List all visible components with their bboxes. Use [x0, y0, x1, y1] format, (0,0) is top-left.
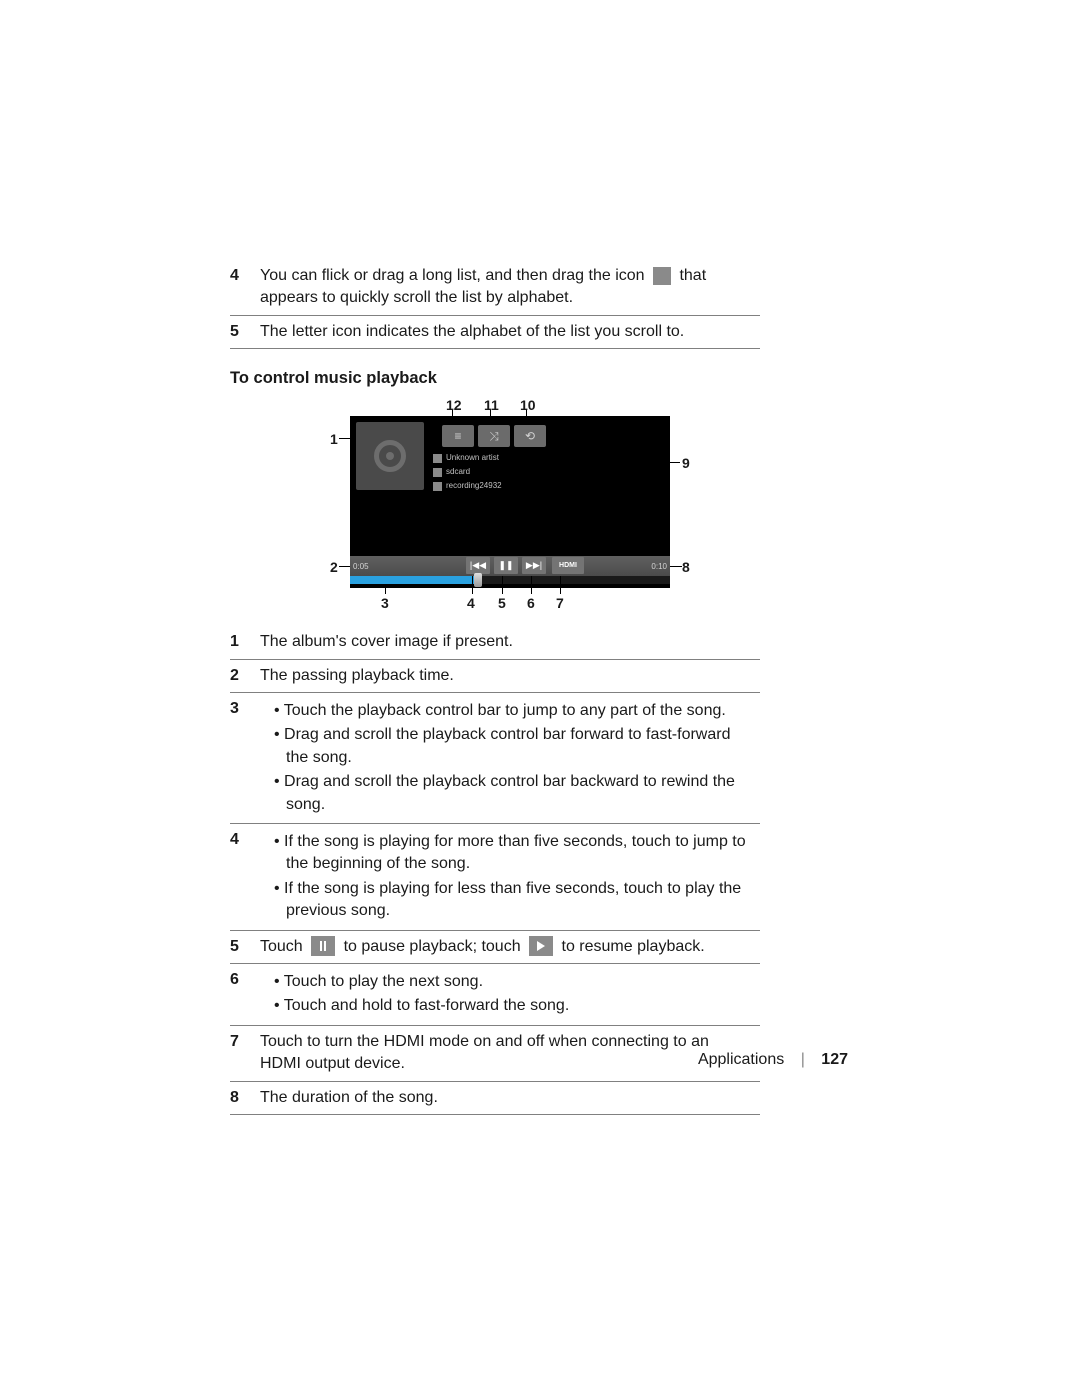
time-elapsed: 0:05	[353, 561, 369, 572]
step-number: 4	[230, 824, 260, 931]
metadata-line: Unknown artist	[446, 451, 499, 465]
step-text: The duration of the song.	[260, 1081, 760, 1114]
step-number: 7	[230, 1025, 260, 1081]
callout-lead	[668, 566, 682, 567]
playlist-icon[interactable]: ≡	[442, 425, 474, 447]
callout-lead	[502, 576, 503, 594]
bullet-item: Drag and scroll the playback control bar…	[274, 771, 754, 816]
scroll-thumb-icon	[653, 267, 671, 285]
metadata-line: sdcard	[446, 465, 470, 479]
page-footer: Applications | 127	[698, 1051, 848, 1069]
callout-lead	[560, 576, 561, 594]
seek-fill	[350, 576, 478, 584]
step-number: 1	[230, 626, 260, 659]
step-text: The passing playback time.	[260, 659, 760, 692]
pause-icon	[311, 936, 335, 956]
step-text: If the song is playing for more than fiv…	[260, 824, 760, 931]
previous-button[interactable]: |◀◀	[466, 557, 490, 574]
footer-page-number: 127	[821, 1051, 848, 1068]
music-player: ≡ ⤨ ⟲ Unknown artist sdcard recording249…	[350, 416, 670, 588]
prior-steps-table: 4 You can flick or drag a long list, and…	[230, 260, 760, 349]
callout-3: 3	[381, 594, 389, 614]
annotated-player-figure: 12 11 10 1 2 9 8 ≡ ⤨ ⟲ Unknown artist sd…	[230, 398, 760, 608]
track-metadata: Unknown artist sdcard recording24932	[433, 451, 502, 493]
callout-7: 7	[556, 594, 564, 614]
callout-8: 8	[682, 558, 690, 578]
artist-icon	[433, 454, 442, 463]
step-text: Touch to pause playback; touch to resume…	[260, 930, 760, 963]
seek-bar[interactable]	[350, 576, 670, 584]
hdmi-button[interactable]: HDMI	[552, 557, 584, 574]
callout-12: 12	[446, 396, 462, 416]
callout-2: 2	[330, 558, 338, 578]
step-number: 2	[230, 659, 260, 692]
callout-9: 9	[682, 454, 690, 474]
metadata-line: recording24932	[446, 479, 502, 493]
callout-lead	[531, 576, 532, 594]
callout-5: 5	[498, 594, 506, 614]
section-heading: To control music playback	[230, 367, 760, 390]
step-text: The album's cover image if present.	[260, 626, 760, 659]
text-run: to resume playback.	[562, 938, 705, 955]
bullet-item: Touch the playback control bar to jump t…	[274, 700, 754, 722]
callout-lead	[385, 586, 386, 594]
bullet-item: If the song is playing for less than fiv…	[274, 878, 754, 923]
bullet-item: If the song is playing for more than fiv…	[274, 831, 754, 876]
album-icon	[433, 468, 442, 477]
step-number: 5	[230, 315, 260, 348]
step-text: Touch to play the next song. Touch and h…	[260, 963, 760, 1025]
play-icon	[529, 936, 553, 956]
bullet-item: Touch and hold to fast-forward the song.	[274, 995, 754, 1017]
step-text: You can flick or drag a long list, and t…	[260, 260, 760, 315]
callout-6: 6	[527, 594, 535, 614]
pause-button[interactable]: ❚❚	[494, 557, 518, 574]
callout-lead	[472, 576, 473, 594]
manual-page: 4 You can flick or drag a long list, and…	[230, 260, 760, 1115]
text-run: Touch	[260, 938, 307, 955]
callout-11: 11	[484, 396, 499, 416]
text-run: You can flick or drag a long list, and t…	[260, 267, 649, 284]
step-text: The letter icon indicates the alphabet o…	[260, 315, 760, 348]
step-number: 4	[230, 260, 260, 315]
transport-bar: 0:05 0:10 |◀◀ ❚❚ ▶▶| HDMI	[350, 556, 670, 576]
step-text: Touch the playback control bar to jump t…	[260, 693, 760, 824]
footer-divider: |	[801, 1051, 805, 1068]
time-total: 0:10	[651, 561, 667, 572]
footer-section: Applications	[698, 1051, 784, 1068]
seek-knob[interactable]	[474, 573, 482, 587]
next-button[interactable]: ▶▶|	[522, 557, 546, 574]
step-number: 8	[230, 1081, 260, 1114]
album-art	[356, 422, 424, 490]
bullet-item: Drag and scroll the playback control bar…	[274, 724, 754, 769]
bullet-item: Touch to play the next song.	[274, 971, 754, 993]
text-run: to pause playback; touch	[344, 938, 525, 955]
step-text: Touch to turn the HDMI mode on and off w…	[260, 1025, 760, 1081]
track-icon	[433, 482, 442, 491]
top-toolbar: ≡ ⤨ ⟲	[442, 425, 546, 447]
step-number: 3	[230, 693, 260, 824]
repeat-icon[interactable]: ⟲	[514, 425, 546, 447]
callout-4: 4	[467, 594, 475, 614]
shuffle-icon[interactable]: ⤨	[478, 425, 510, 447]
player-description-table: 1 The album's cover image if present. 2 …	[230, 626, 760, 1115]
step-number: 6	[230, 963, 260, 1025]
callout-1: 1	[330, 430, 338, 450]
step-number: 5	[230, 930, 260, 963]
callout-10: 10	[520, 396, 536, 416]
